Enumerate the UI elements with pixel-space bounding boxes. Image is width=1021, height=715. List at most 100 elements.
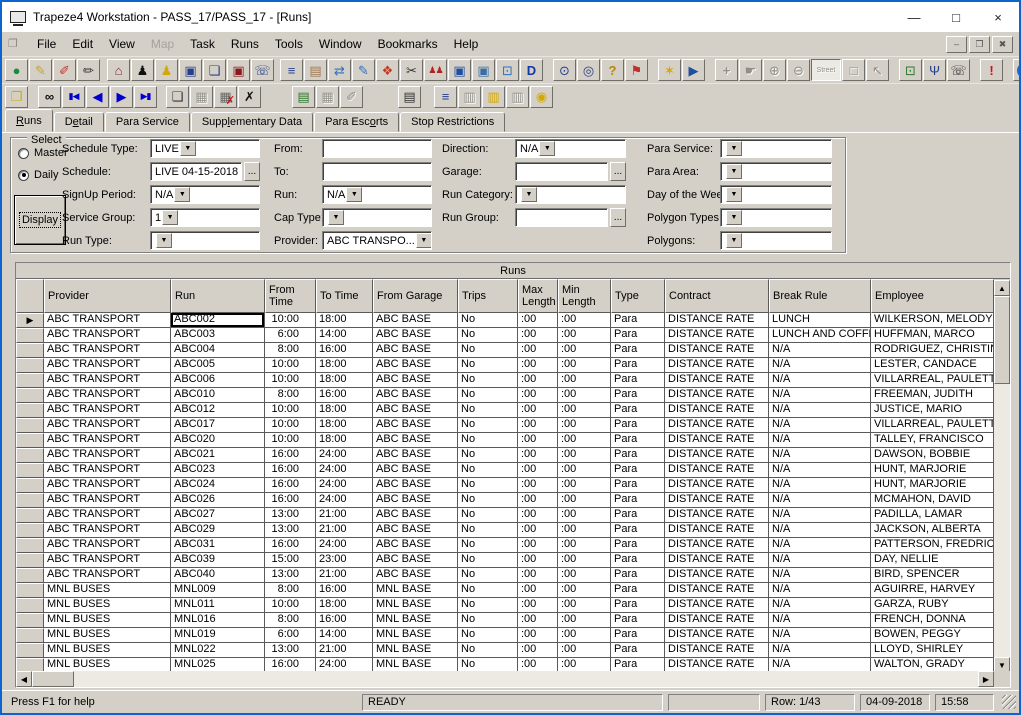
table-row[interactable]: ABC TRANSPORTABC02713:0021:00ABC BASENo:…	[16, 508, 994, 523]
cell-max-length[interactable]: :00	[518, 628, 558, 643]
signup-period-dropdown-icon[interactable]: ▼	[174, 187, 190, 202]
cell-from-garage[interactable]: ABC BASE	[373, 403, 458, 418]
cell-from-garage[interactable]: ABC BASE	[373, 538, 458, 553]
cell-contract[interactable]: DISTANCE RATE	[665, 313, 769, 328]
cell-trips[interactable]: No	[458, 328, 518, 343]
cell-employee[interactable]: VILLARREAL, PAULETTE	[871, 418, 994, 433]
run-type-input[interactable]: ▼	[150, 231, 260, 250]
cell-min-length[interactable]: :00	[558, 433, 611, 448]
vehicle-query-icon[interactable]: ?	[601, 59, 624, 81]
cell-from-garage[interactable]: ABC BASE	[373, 343, 458, 358]
minimize-button[interactable]: —	[893, 2, 935, 32]
driver-black-hat-icon[interactable]: ♟	[131, 59, 154, 81]
cell-trips[interactable]: No	[458, 463, 518, 478]
dispatch-d-icon[interactable]: D	[520, 59, 543, 81]
crew-pair-icon[interactable]: ♟♟	[424, 59, 447, 81]
cell-max-length[interactable]: :00	[518, 403, 558, 418]
cell-type[interactable]: Para	[611, 583, 665, 598]
cell-run[interactable]: ABC023	[171, 463, 265, 478]
cell-max-length[interactable]: :00	[518, 493, 558, 508]
col-header-provider[interactable]: Provider	[44, 279, 171, 313]
cell-from-time[interactable]: 10:00	[265, 313, 316, 328]
blocks-icon[interactable]: ❖	[376, 59, 399, 81]
cell-max-length[interactable]: :00	[518, 478, 558, 493]
pan-icon[interactable]: +	[715, 59, 738, 81]
cell-provider[interactable]: MNL BUSES	[44, 628, 171, 643]
menu-tools[interactable]: Tools	[267, 34, 311, 54]
cell-from-garage[interactable]: MNL BASE	[373, 598, 458, 613]
cell-run[interactable]: MNL016	[171, 613, 265, 628]
cell-max-length[interactable]: :00	[518, 343, 558, 358]
vertical-scrollbar[interactable]: ▲ ▼	[994, 280, 1010, 673]
comm-tower-icon[interactable]: Ψ	[923, 59, 946, 81]
menu-edit[interactable]: Edit	[64, 34, 101, 54]
cell-employee[interactable]: PATTERSON, FREDRICK	[871, 538, 994, 553]
cell-break-rule[interactable]: N/A	[769, 373, 871, 388]
cell-type[interactable]: Para	[611, 328, 665, 343]
cell-from-garage[interactable]: ABC BASE	[373, 568, 458, 583]
menu-window[interactable]: Window	[311, 34, 370, 54]
cell-to-time[interactable]: 24:00	[316, 493, 373, 508]
cell-from-time[interactable]: 13:00	[265, 508, 316, 523]
cell-run[interactable]: ABC024	[171, 478, 265, 493]
edit-points-icon[interactable]: ✐	[53, 59, 76, 81]
cell-min-length[interactable]: :00	[558, 358, 611, 373]
cell-run[interactable]: ABC040	[171, 568, 265, 583]
cell-break-rule[interactable]: N/A	[769, 538, 871, 553]
cell-max-length[interactable]: :00	[518, 523, 558, 538]
tab-supplementary-data[interactable]: Supplementary Data	[191, 112, 313, 132]
cell-contract[interactable]: DISTANCE RATE	[665, 598, 769, 613]
cell-employee[interactable]: HUNT, MARJORIE	[871, 463, 994, 478]
cell-run[interactable]: ABC006	[171, 373, 265, 388]
cell-run[interactable]: ABC017	[171, 418, 265, 433]
row-selector[interactable]	[16, 328, 44, 343]
cell-from-time[interactable]: 16:00	[265, 448, 316, 463]
table-row[interactable]: ABC TRANSPORTABC03116:0024:00ABC BASENo:…	[16, 538, 994, 553]
table-row[interactable]: ABC TRANSPORTABC02116:0024:00ABC BASENo:…	[16, 448, 994, 463]
cell-run[interactable]: ABC002	[171, 313, 265, 328]
cell-contract[interactable]: DISTANCE RATE	[665, 448, 769, 463]
cell-provider[interactable]: MNL BUSES	[44, 583, 171, 598]
run-category-dropdown-icon[interactable]: ▼	[521, 187, 537, 202]
polygons-dropdown-icon[interactable]: ▼	[726, 233, 742, 248]
cell-provider[interactable]: ABC TRANSPORT	[44, 463, 171, 478]
day-of-the-week-input[interactable]: ▼	[720, 185, 832, 204]
col-header-min-length[interactable]: Min Length	[558, 279, 611, 313]
cell-min-length[interactable]: :00	[558, 418, 611, 433]
bank-icon[interactable]: ⌂	[107, 59, 130, 81]
cell-employee[interactable]: BOWEN, PEGGY	[871, 628, 994, 643]
cell-employee[interactable]: HUNT, MARJORIE	[871, 478, 994, 493]
cell-type[interactable]: Para	[611, 433, 665, 448]
cell-type[interactable]: Para	[611, 553, 665, 568]
cell-provider[interactable]: ABC TRANSPORT	[44, 568, 171, 583]
col-header-max-length[interactable]: Max Length	[518, 279, 558, 313]
table-row[interactable]: ABC TRANSPORTABC04013:0021:00ABC BASENo:…	[16, 568, 994, 583]
cell-max-length[interactable]: :00	[518, 598, 558, 613]
cell-provider[interactable]: ABC TRANSPORT	[44, 388, 171, 403]
cell-employee[interactable]: FREEMAN, JUDITH	[871, 388, 994, 403]
cell-type[interactable]: Para	[611, 448, 665, 463]
driver-yellow-hat-icon[interactable]: ♟	[155, 59, 178, 81]
table-row[interactable]: ABC TRANSPORTABC0048:0016:00ABC BASENo:0…	[16, 343, 994, 358]
cell-break-rule[interactable]: N/A	[769, 418, 871, 433]
cell-from-time[interactable]: 8:00	[265, 613, 316, 628]
cell-contract[interactable]: DISTANCE RATE	[665, 463, 769, 478]
mdi-system-icon[interactable]: ❐	[8, 38, 23, 50]
cell-from-garage[interactable]: MNL BASE	[373, 643, 458, 658]
zoom-in-icon[interactable]: ⊕	[763, 59, 786, 81]
cell-trips[interactable]: No	[458, 478, 518, 493]
cell-from-garage[interactable]: ABC BASE	[373, 418, 458, 433]
cell-run[interactable]: ABC003	[171, 328, 265, 343]
cell-contract[interactable]: DISTANCE RATE	[665, 478, 769, 493]
cell-min-length[interactable]: :00	[558, 373, 611, 388]
row-selector[interactable]	[16, 388, 44, 403]
para-area-input[interactable]: ▼	[720, 162, 832, 181]
cell-from-garage[interactable]: ABC BASE	[373, 478, 458, 493]
cell-employee[interactable]: FRENCH, DONNA	[871, 613, 994, 628]
pointer-icon[interactable]: ↖	[866, 59, 889, 81]
service-group-input[interactable]: 1▼	[150, 208, 260, 227]
cell-from-time[interactable]: 16:00	[265, 463, 316, 478]
cell-break-rule[interactable]: N/A	[769, 508, 871, 523]
cell-max-length[interactable]: :00	[518, 538, 558, 553]
cell-to-time[interactable]: 14:00	[316, 628, 373, 643]
